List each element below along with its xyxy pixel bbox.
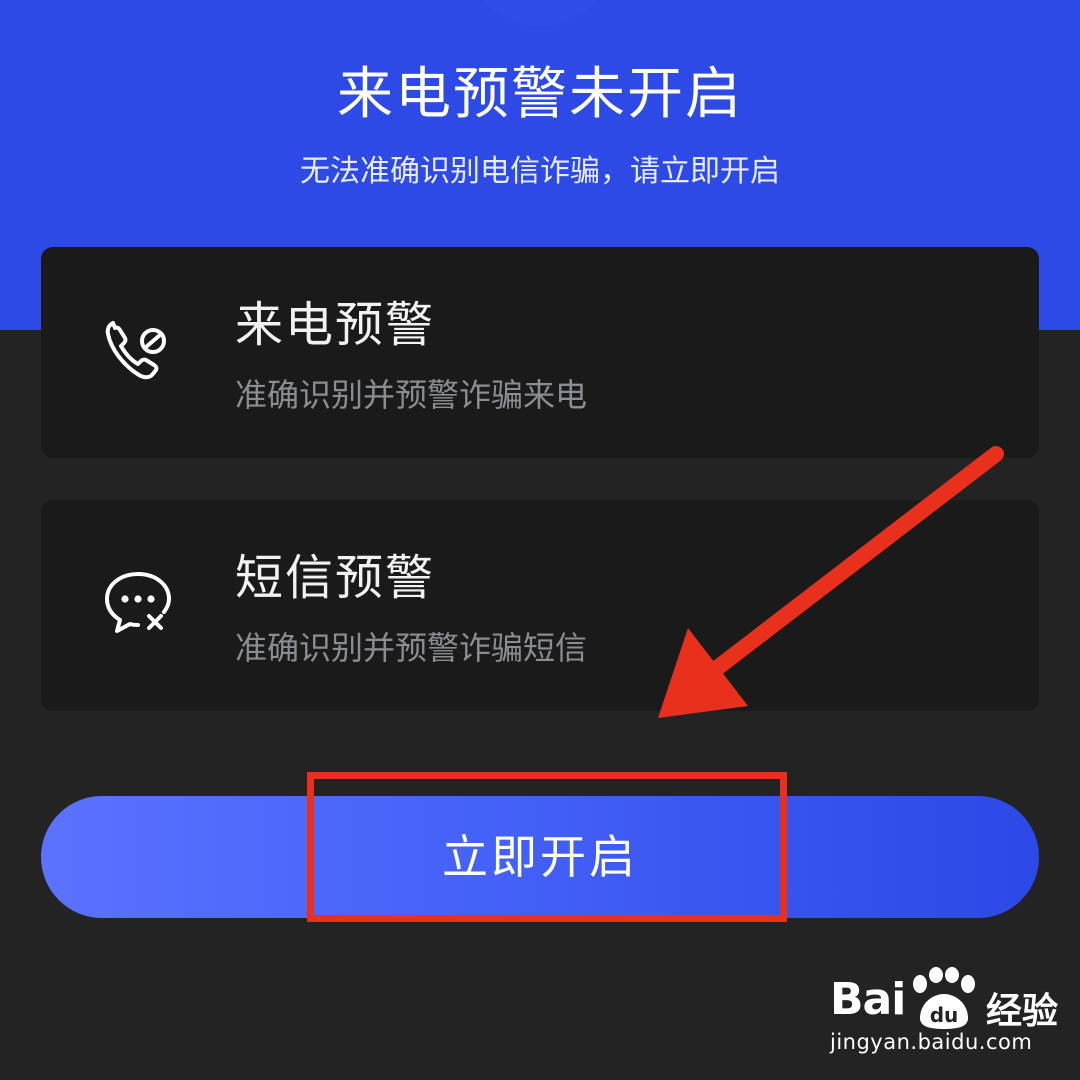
baidu-paw-logo: du xyxy=(913,967,975,1029)
feature-description: 准确识别并预警诈骗来电 xyxy=(235,376,588,414)
page-subtitle: 无法准确识别电信诈骗，请立即开启 xyxy=(300,154,780,189)
page-title: 来电预警未开启 xyxy=(337,62,743,127)
feature-card-call-warning: 来电预警 准确识别并预警诈骗来电 xyxy=(41,247,1039,458)
watermark-product: 经验 xyxy=(986,991,1059,1032)
shield-decoration xyxy=(470,0,610,26)
watermark-brand: Bai xyxy=(830,974,906,1025)
enable-now-button[interactable]: 立即开启 xyxy=(41,796,1039,918)
watermark-url: jingyan.baidu.com xyxy=(830,1030,1033,1054)
enable-now-label: 立即开启 xyxy=(442,830,638,884)
baidu-jingyan-watermark: Bai du 经验 jingyan.baidu.com xyxy=(826,960,1066,1060)
message-block-icon xyxy=(105,572,172,633)
feature-title: 来电预警 xyxy=(235,297,436,353)
feature-title: 短信预警 xyxy=(235,550,436,606)
feature-card-sms-warning: 短信预警 准确识别并预警诈骗短信 xyxy=(41,500,1039,711)
phone-block-icon xyxy=(105,321,166,380)
watermark-du-text: du xyxy=(930,1003,959,1027)
feature-description: 准确识别并预警诈骗短信 xyxy=(235,629,588,667)
